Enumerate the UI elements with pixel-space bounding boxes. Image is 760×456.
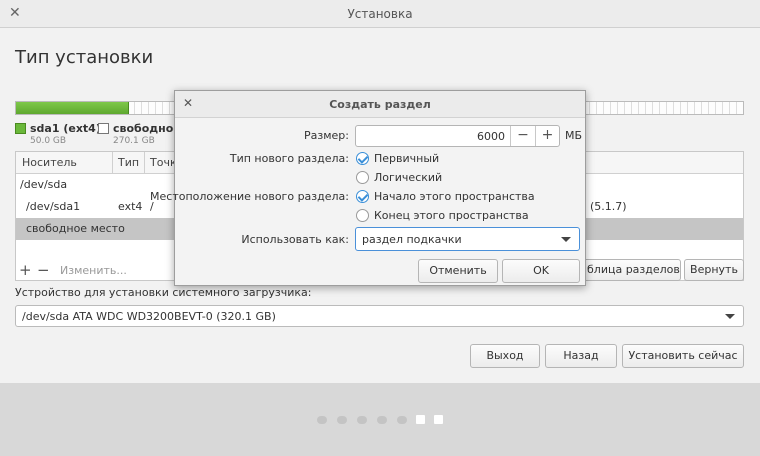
partition-bar-used (16, 102, 129, 114)
page-title: Тип установки (15, 47, 154, 68)
quit-button[interactable]: Выход (470, 344, 540, 368)
column-divider (144, 152, 145, 174)
bootloader-device-select[interactable]: /dev/sda ATA WDC WD3200BEVT-0 (320.1 GB) (15, 305, 744, 327)
size-spinbutton[interactable]: 6000 − + (355, 125, 560, 147)
column-mount[interactable]: Точк (150, 156, 177, 169)
back-button[interactable]: Назад (545, 344, 617, 368)
row-device: /dev/sda (20, 178, 68, 191)
size-label: Размер: (304, 129, 349, 142)
legend-name: sda1 (ext4) (30, 122, 101, 135)
row-device: /dev/sda1 (26, 200, 81, 213)
revert-button[interactable]: Вернуть (684, 259, 744, 281)
create-partition-dialog: ✕ Создать раздел Размер: 6000 − + МБ Тип… (150, 90, 586, 286)
remove-partition-button[interactable]: − (37, 261, 50, 279)
install-now-button[interactable]: Установить сейчас (622, 344, 744, 368)
dialog-titlebar: ✕ Создать раздел (175, 91, 585, 118)
column-type[interactable]: Тип (118, 156, 139, 169)
use-as-select[interactable]: раздел подкачки (355, 227, 580, 251)
radio-logical-label: Логический (374, 171, 443, 184)
chevron-down-icon (725, 314, 735, 319)
bootloader-label: Устройство для установки системного загр… (15, 286, 312, 299)
step-dot (337, 416, 347, 424)
column-device[interactable]: Носитель (22, 156, 77, 169)
step-dot-active (416, 415, 425, 424)
ok-button[interactable]: OK (502, 259, 580, 283)
legend-swatch (98, 123, 109, 134)
radio-icon[interactable] (356, 171, 369, 184)
use-as-label: Использовать как: (241, 233, 349, 246)
step-dot (357, 416, 367, 424)
cancel-button[interactable]: Отменить (418, 259, 498, 283)
radio-location-start-label: Начало этого пространства (374, 190, 535, 203)
step-dot (397, 416, 407, 424)
radio-primary-label: Первичный (374, 152, 440, 165)
chevron-down-icon (561, 237, 571, 242)
step-dot (377, 416, 387, 424)
step-dot-active (434, 415, 443, 424)
partition-location-label: Местоположение нового раздела: (150, 190, 349, 203)
radio-location-end-label: Конец этого пространства (374, 209, 529, 222)
column-divider (112, 152, 113, 174)
row-device: свободное место (26, 222, 125, 235)
use-as-value: раздел подкачки (362, 233, 462, 246)
radio-icon[interactable] (356, 209, 369, 222)
radio-checked-icon[interactable] (356, 190, 369, 203)
change-partition-button[interactable]: Изменить... (60, 264, 127, 277)
window-titlebar: ✕ Установка (0, 0, 760, 28)
legend-size: 270.1 GB (113, 136, 155, 146)
dialog-title: Создать раздел (329, 98, 431, 111)
legend-size: 50.0 GB (30, 136, 67, 146)
size-unit: МБ (565, 129, 583, 142)
bootloader-device-value: /dev/sda ATA WDC WD3200BEVT-0 (320.1 GB) (22, 310, 276, 323)
new-partition-table-button[interactable]: блица разделов... (580, 259, 681, 281)
row-type: ext4 (118, 200, 143, 213)
add-partition-button[interactable]: + (19, 261, 32, 279)
radio-checked-icon[interactable] (356, 152, 369, 165)
minus-icon[interactable]: − (510, 126, 535, 146)
step-dot (317, 416, 327, 424)
partition-type-label: Тип нового раздела: (229, 152, 349, 165)
size-value[interactable]: 6000 (477, 130, 505, 143)
window-title: Установка (347, 7, 413, 21)
legend-swatch (15, 123, 26, 134)
plus-icon[interactable]: + (535, 126, 559, 146)
row-extra: (5.1.7) (590, 200, 627, 213)
